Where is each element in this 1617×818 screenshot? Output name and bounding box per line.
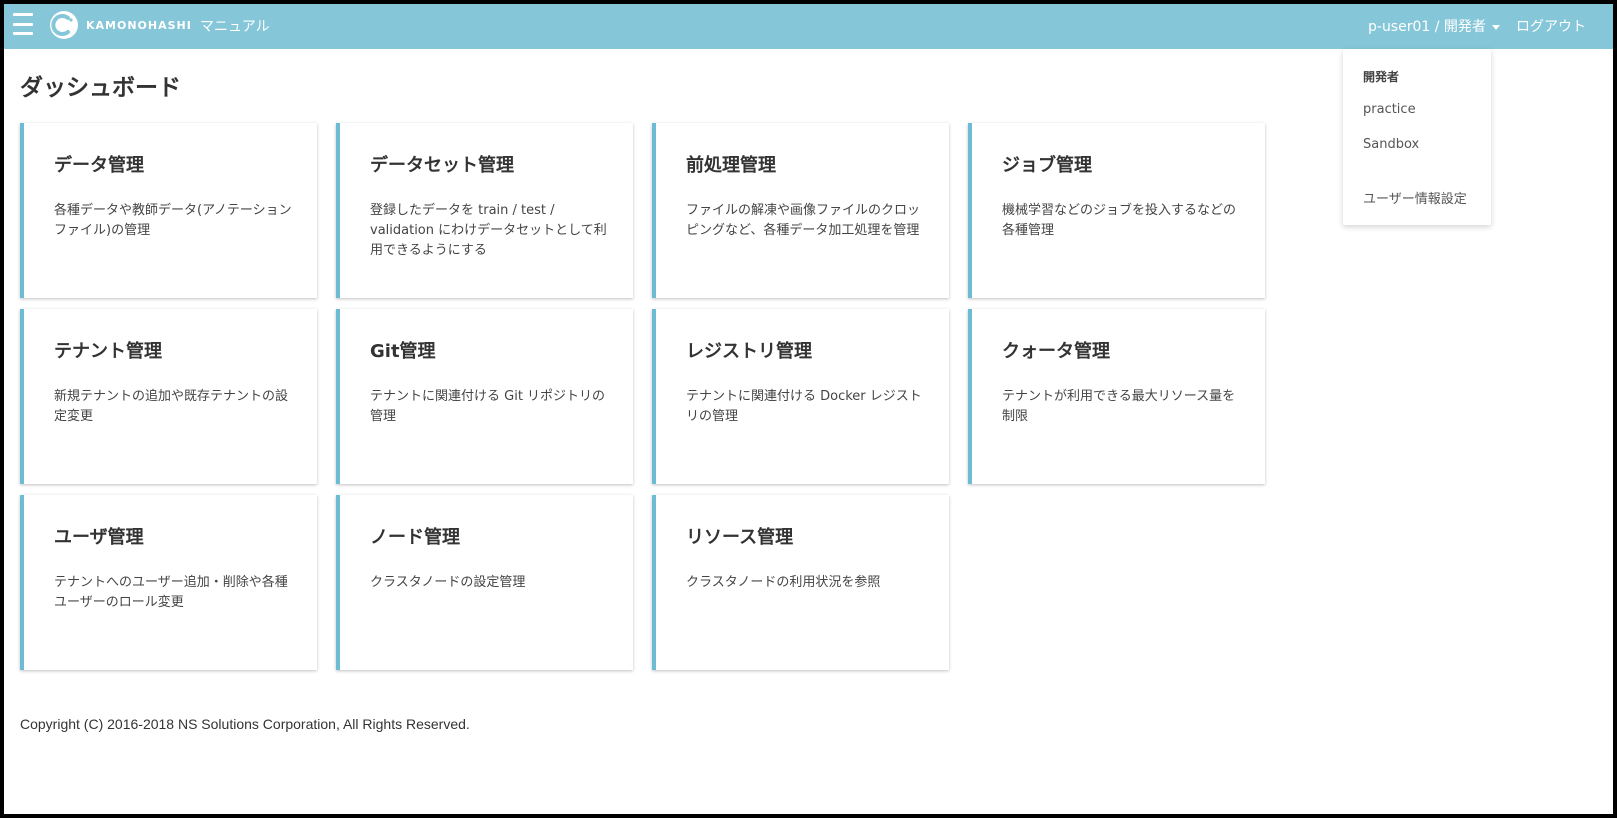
card-title: データ管理 [54,155,144,176]
app-window: KAMONOHASHI マニュアル p-user01 / 開発者 ログアウト ダ… [0,0,1617,818]
logout-link[interactable]: ログアウト [1516,16,1586,36]
dropdown-item-user-settings[interactable]: ユーザー情報設定 [1363,188,1467,207]
card-title: クォータ管理 [1002,341,1110,362]
user-menu-toggle[interactable]: p-user01 / 開発者 [1368,16,1500,36]
card-node-management[interactable]: ノード管理 クラスタノードの設定管理 [336,495,633,670]
card-description: 各種データや教師データ(アノテーションファイル)の管理 [54,203,292,238]
brand-name: KAMONOHASHI [86,18,192,32]
card-title: Git管理 [370,341,436,362]
card-description: クラスタノードの利用状況を参照 [686,575,881,590]
footer-copyright: Copyright (C) 2016-2018 NS Solutions Cor… [20,716,470,732]
card-title: ジョブ管理 [1002,155,1092,176]
card-title: ノード管理 [370,527,460,548]
card-preprocess-management[interactable]: 前処理管理 ファイルの解凍や画像ファイルのクロッピングなど、各種データ加工処理を… [652,123,949,298]
page-title: ダッシュボード [20,75,181,101]
manual-link[interactable]: マニュアル [200,16,270,36]
card-title: ユーザ管理 [54,527,144,548]
card-data-management[interactable]: データ管理 各種データや教師データ(アノテーションファイル)の管理 [20,123,317,298]
card-description: テナントに関連付ける Git リポジトリの管理 [370,389,606,424]
kamonohashi-logo-icon [50,11,78,39]
dropdown-role-header: 開発者 [1363,70,1400,84]
card-description: 登録したデータを train / test / validation にわけデー… [370,203,607,258]
user-menu-label: p-user01 / 開発者 [1368,19,1486,35]
card-quota-management[interactable]: クォータ管理 テナントが利用できる最大リソース量を制限 [968,309,1265,484]
card-description: 機械学習などのジョブを投入するなどの各種管理 [1002,203,1237,238]
card-description: テナントへのユーザー追加・削除や各種ユーザーのロール変更 [54,575,288,610]
caret-down-icon [1491,24,1500,30]
card-description: クラスタノードの設定管理 [370,575,526,590]
dropdown-item-sandbox[interactable]: Sandbox [1363,137,1419,152]
card-description: テナントに関連付ける Docker レジストリの管理 [686,389,922,424]
user-dropdown-menu: 開発者 practice Sandbox ユーザー情報設定 [1343,49,1491,225]
card-title: テナント管理 [54,341,162,362]
card-title: レジストリ管理 [686,341,812,362]
card-user-management[interactable]: ユーザ管理 テナントへのユーザー追加・削除や各種ユーザーのロール変更 [20,495,317,670]
card-title: データセット管理 [370,155,514,176]
card-description: ファイルの解凍や画像ファイルのクロッピングなど、各種データ加工処理を管理 [686,203,921,238]
hamburger-menu-icon[interactable] [13,13,33,35]
card-dataset-management[interactable]: データセット管理 登録したデータを train / test / validat… [336,123,633,298]
card-description: 新規テナントの追加や既存テナントの設定変更 [54,389,289,424]
dropdown-item-practice[interactable]: practice [1363,102,1416,117]
brand-logo[interactable]: KAMONOHASHI [49,10,192,40]
card-resource-management[interactable]: リソース管理 クラスタノードの利用状況を参照 [652,495,949,670]
top-navbar: KAMONOHASHI マニュアル p-user01 / 開発者 ログアウト [4,4,1613,49]
card-job-management[interactable]: ジョブ管理 機械学習などのジョブを投入するなどの各種管理 [968,123,1265,298]
card-title: 前処理管理 [686,155,776,176]
card-registry-management[interactable]: レジストリ管理 テナントに関連付ける Docker レジストリの管理 [652,309,949,484]
card-title: リソース管理 [686,527,794,548]
card-tenant-management[interactable]: テナント管理 新規テナントの追加や既存テナントの設定変更 [20,309,317,484]
card-description: テナントが利用できる最大リソース量を制限 [1002,389,1236,424]
card-git-management[interactable]: Git管理 テナントに関連付ける Git リポジトリの管理 [336,309,633,484]
